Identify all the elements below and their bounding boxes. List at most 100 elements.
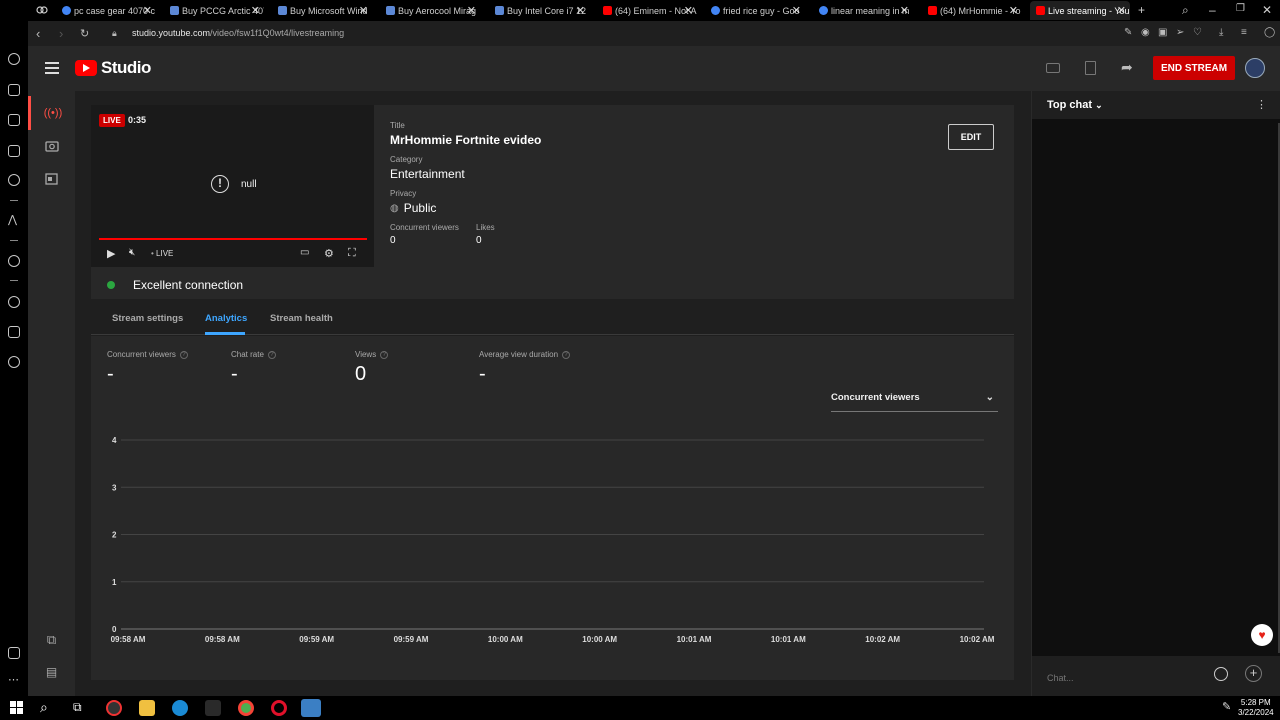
taskbar-clock[interactable]: 5:28 PM 3/22/2024 [1238, 698, 1274, 718]
browser-tab[interactable]: Buy Microsoft Wind ✕ [272, 1, 372, 20]
bookmark-icon[interactable] [1085, 61, 1096, 75]
aria-icon[interactable]: ⋀ [8, 213, 17, 226]
browser-tab[interactable]: linear meaning in m ✕ [813, 1, 913, 20]
new-tab-icon[interactable]: + [1138, 3, 1145, 17]
reload-icon[interactable]: ↻ [80, 27, 89, 40]
search-icon[interactable]: ⌕ [40, 699, 48, 716]
end-stream-button[interactable]: END STREAM [1153, 56, 1235, 80]
edge-icon[interactable] [172, 700, 188, 716]
browser-tab[interactable]: Live streaming - You ✕ [1030, 1, 1130, 20]
tab-stream-settings[interactable]: Stream settings [112, 313, 183, 324]
share-icon[interactable]: ➦ [1121, 59, 1133, 76]
edit-page-icon[interactable]: ✎ [1124, 27, 1132, 38]
youtube-logo-icon[interactable] [75, 60, 97, 76]
speed-dial-icon[interactable] [8, 53, 20, 65]
shop-icon[interactable] [8, 84, 20, 96]
browser-tab[interactable]: (64) Eminem - Not A ✕ [597, 1, 697, 20]
nav-webcam[interactable] [28, 129, 75, 163]
chat-input[interactable] [1047, 668, 1207, 688]
player-icon[interactable] [8, 255, 20, 267]
browser-tab[interactable]: pc case gear 4070 c ✕ [56, 1, 156, 20]
workspace-icon[interactable] [36, 4, 48, 16]
close-tab-icon[interactable]: ✕ [900, 4, 909, 17]
close-tab-icon[interactable]: ✕ [143, 4, 152, 17]
help-icon[interactable]: ? [179, 350, 188, 359]
minimize-icon[interactable]: – [1209, 3, 1216, 17]
twitch-icon[interactable] [8, 114, 20, 126]
emoji-icon[interactable] [1214, 667, 1228, 681]
player-layout-icon[interactable] [1046, 63, 1060, 73]
menu-icon[interactable]: ≡ [1241, 27, 1247, 38]
help-icon[interactable]: ? [380, 350, 389, 359]
fullscreen-icon[interactable]: ⛶ [348, 247, 356, 260]
search-tabs-icon[interactable]: ⌕ [1182, 3, 1189, 18]
browser-tab[interactable]: Buy Aerocool Mirag ✕ [380, 1, 480, 20]
heart-reaction-icon[interactable]: ♥ [1251, 624, 1273, 646]
close-tab-icon[interactable]: ✕ [1009, 4, 1018, 17]
close-tab-icon[interactable]: ✕ [684, 4, 693, 17]
file-explorer-icon[interactable] [139, 700, 155, 716]
tab-stream-health[interactable]: Stream health [270, 313, 333, 324]
browser-tab[interactable]: Buy Intel Core i7 12 ✕ [489, 1, 589, 20]
metric-value: - [231, 363, 238, 385]
url-field[interactable]: studio.youtube.com/video/fsw1f1Q0wt4/liv… [132, 28, 344, 38]
epic-games-icon[interactable] [205, 700, 221, 716]
mute-icon[interactable]: 🔇︎ [129, 247, 135, 258]
nav-export[interactable]: ⧉ [28, 623, 75, 657]
captions-icon[interactable]: ▭ [300, 247, 309, 258]
hamburger-menu-icon[interactable] [45, 62, 59, 77]
box-icon[interactable] [8, 326, 20, 338]
send-icon[interactable]: ➢ [1176, 27, 1184, 38]
chrome-icon[interactable] [238, 700, 254, 716]
download-icon[interactable]: ⤓ [1219, 27, 1223, 38]
studio-wordmark[interactable]: Studio [101, 58, 151, 78]
profile-icon[interactable]: ◯ [1264, 27, 1275, 38]
live-indicator[interactable]: • LIVE [151, 249, 173, 258]
browser-tab[interactable]: (64) MrHommie - Yo ✕ [922, 1, 1022, 20]
close-tab-icon[interactable]: ✕ [467, 4, 476, 17]
close-tab-icon[interactable]: ✕ [792, 4, 801, 17]
pen-icon[interactable]: ✎ [1222, 700, 1231, 713]
settings-gear-icon[interactable]: ⚙ [324, 247, 334, 260]
back-icon[interactable]: ‹ [36, 26, 40, 41]
video-player[interactable]: LIVE 0:35 ! null ▶ 🔇︎ • LIVE ▭ ⚙ ⛶ [91, 105, 374, 267]
calendar-icon[interactable] [8, 145, 20, 157]
task-view-icon[interactable]: ⧉ [73, 700, 82, 715]
more-options-icon[interactable]: ⋮ [1256, 98, 1267, 111]
play-icon[interactable]: ▶ [107, 247, 115, 260]
close-tab-icon[interactable]: ✕ [1117, 4, 1126, 17]
tab-analytics[interactable]: Analytics [205, 313, 247, 324]
help-icon[interactable]: ? [267, 350, 276, 359]
progress-bar[interactable] [99, 238, 367, 240]
help-icon[interactable]: ? [562, 350, 571, 359]
close-tab-icon[interactable]: ✕ [359, 4, 368, 17]
nav-feedback[interactable]: ▤ [28, 655, 75, 689]
extension-icon[interactable]: ▣ [1158, 27, 1167, 38]
close-tab-icon[interactable]: ✕ [251, 4, 260, 17]
metric-chat-rate: Chat rate? - [231, 350, 276, 386]
windows-start-icon[interactable] [10, 701, 23, 714]
nav-stream[interactable]: ((•)) [28, 96, 75, 130]
settings-icon[interactable] [8, 356, 20, 368]
nav-manage[interactable] [28, 161, 75, 195]
opera-icon[interactable] [271, 700, 287, 716]
metric-dropdown[interactable]: Concurrent viewers ⌄ [831, 392, 998, 412]
discord-icon[interactable] [8, 174, 20, 186]
app-icon[interactable] [106, 700, 122, 716]
top-chat-selector[interactable]: Top chat ⌄ [1047, 99, 1103, 111]
fortnite-icon[interactable] [301, 699, 321, 717]
heart-icon[interactable]: ♡ [1193, 27, 1202, 38]
browser-tab[interactable]: fried rice guy - Goo ✕ [705, 1, 805, 20]
restore-icon[interactable]: ❐ [1236, 3, 1245, 14]
sidebar-setup-icon[interactable] [8, 647, 20, 659]
avatar[interactable] [1245, 58, 1265, 78]
add-icon[interactable]: + [1245, 665, 1262, 682]
edit-button[interactable]: EDIT [948, 124, 994, 150]
more-icon[interactable]: ⋯ [8, 673, 19, 686]
browser-tab[interactable]: Buy PCCG Arctic 407 ✕ [164, 1, 264, 20]
history-icon[interactable] [8, 296, 20, 308]
close-tab-icon[interactable]: ✕ [576, 4, 585, 17]
forward-icon[interactable]: › [59, 26, 63, 41]
camera-icon[interactable]: ◉ [1141, 27, 1150, 38]
close-window-icon[interactable]: ✕ [1262, 3, 1272, 17]
